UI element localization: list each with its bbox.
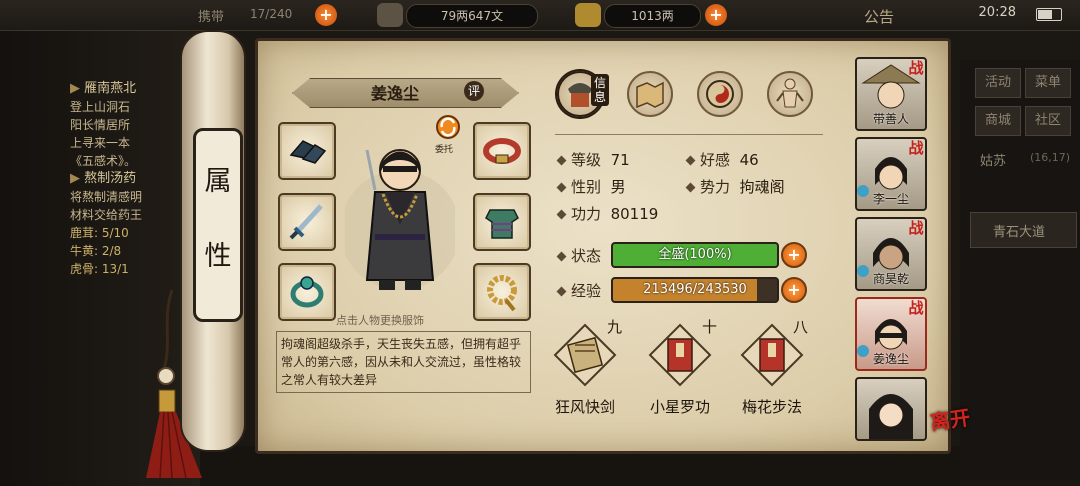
bagua-icon — [706, 80, 734, 108]
body-icon — [776, 78, 804, 108]
section-label-char: 属 — [204, 166, 232, 197]
in-battle-badge: 战 — [908, 219, 924, 237]
community-button[interactable]: 社区 — [1025, 106, 1071, 136]
quest-title-2: 熬制汤药 — [84, 171, 137, 186]
change-outfit-hint: 点击人物更换服饰 — [336, 314, 424, 327]
place-list-item[interactable]: 青石大道 — [970, 212, 1077, 248]
battery-icon — [1036, 8, 1062, 21]
character-name: 姜逸尘 — [370, 84, 419, 103]
tab-bagua[interactable] — [697, 71, 743, 117]
team-member-card[interactable]: 战 商昊乾 — [855, 217, 927, 291]
member-name: 商昊乾 — [872, 272, 909, 286]
belt-icon — [483, 138, 521, 164]
armor-icon — [485, 209, 519, 239]
add-gold-button[interactable]: + — [705, 4, 727, 26]
gold-ingot-icon — [575, 3, 601, 27]
restore-status-button[interactable]: + — [781, 242, 807, 268]
menu-button[interactable]: 菜单 — [1025, 68, 1071, 98]
skill-book-icon[interactable] — [740, 323, 804, 387]
add-exp-button[interactable]: + — [781, 277, 807, 303]
status-label: 状态 — [556, 245, 601, 266]
ring-icon — [290, 276, 324, 308]
money-value: 79两647文 — [406, 4, 538, 28]
top-resource-bar: 携带 17/240 + 79两647文 1013两 + 公告 20:28 — [0, 0, 1080, 31]
gloves-icon — [289, 140, 327, 164]
announcement-button[interactable]: 公告 — [864, 6, 894, 27]
location-coords: (16,17) — [1030, 151, 1071, 164]
skill-name: 狂风快剑 — [554, 398, 615, 416]
exp-label: 经验 — [556, 280, 601, 301]
in-battle-badge: 战 — [908, 299, 924, 317]
exp-bar-text: 213496/243530 — [643, 282, 747, 297]
capacity-text: 携带 — [198, 10, 225, 25]
money-icon — [377, 3, 403, 27]
in-battle-badge: 战 — [908, 59, 924, 77]
section-label-char: 性 — [204, 241, 232, 272]
gold-value: 1013两 — [604, 4, 701, 28]
section-label: 属 性 — [193, 128, 243, 322]
stat-favor: 好感 46 — [685, 149, 759, 170]
add-capacity-button[interactable]: + — [315, 4, 337, 26]
quest-title-1: 雁南燕北 — [84, 81, 137, 96]
member-name: 李一尘 — [872, 192, 909, 206]
equip-slot-ring[interactable] — [278, 263, 336, 321]
stat-gender: 性别 男 — [556, 176, 626, 197]
leave-button[interactable]: 离开 — [928, 401, 972, 435]
member-portrait — [869, 394, 913, 439]
divider — [555, 134, 823, 135]
equip-slot-armor[interactable] — [473, 193, 531, 251]
stat-level: 等级 71 — [556, 149, 630, 170]
equip-slot-gloves[interactable] — [278, 122, 336, 180]
map-icon — [636, 81, 664, 109]
equip-slot-beads[interactable] — [473, 263, 531, 321]
team-member-card[interactable]: 战 带善人 — [855, 57, 927, 131]
stat-power: 功力 80119 — [556, 203, 658, 224]
member-name: 带善人 — [872, 112, 909, 126]
team-member-card[interactable]: 战 李一尘 — [855, 137, 927, 211]
skill-name: 梅花步法 — [741, 398, 802, 416]
status-bar-text: 全盛(100%) — [658, 247, 732, 262]
place-name: 青石大道 — [993, 225, 1046, 240]
prayer-beads-icon — [487, 275, 517, 312]
activity-button[interactable]: 活动 — [975, 68, 1021, 98]
team-member-card-selected[interactable]: 战 姜逸尘 — [855, 297, 927, 371]
stat-faction: 势力 拘魂阁 — [685, 176, 785, 197]
member-name: 姜逸尘 — [872, 352, 909, 366]
clock: 20:28 — [978, 5, 1016, 20]
in-battle-badge: 战 — [908, 139, 924, 157]
location-name: 姑苏 — [980, 154, 1007, 169]
equip-slot-belt[interactable] — [473, 122, 531, 180]
exp-bar: 213496/243530 — [611, 277, 779, 303]
team-member-card[interactable] — [855, 377, 927, 441]
capacity-value: 17/240 — [250, 7, 293, 21]
skill-name: 小星罗功 — [649, 398, 710, 416]
tab-meridian[interactable] — [767, 71, 813, 117]
character-description: 拘魂阁超级杀手，天生丧失五感，但拥有超乎常人的第六感，因从未和人交流过，虽性格较… — [276, 331, 531, 393]
skill-book-icon[interactable] — [553, 323, 617, 387]
status-bar: 全盛(100%) — [611, 242, 779, 268]
shop-button[interactable]: 商城 — [975, 106, 1021, 136]
skill-book-icon[interactable] — [648, 323, 712, 387]
sword-icon — [289, 204, 323, 240]
tab-info-label: 信息 — [591, 74, 609, 106]
tab-map[interactable] — [627, 71, 673, 117]
equip-slot-weapon[interactable] — [278, 193, 336, 251]
rate-button[interactable]: 评 — [464, 81, 484, 101]
character-portrait[interactable] — [345, 130, 455, 310]
right-menu-area: 活动 菜单 商城 社区 姑苏 (16,17) 青石大道 — [960, 60, 1080, 480]
